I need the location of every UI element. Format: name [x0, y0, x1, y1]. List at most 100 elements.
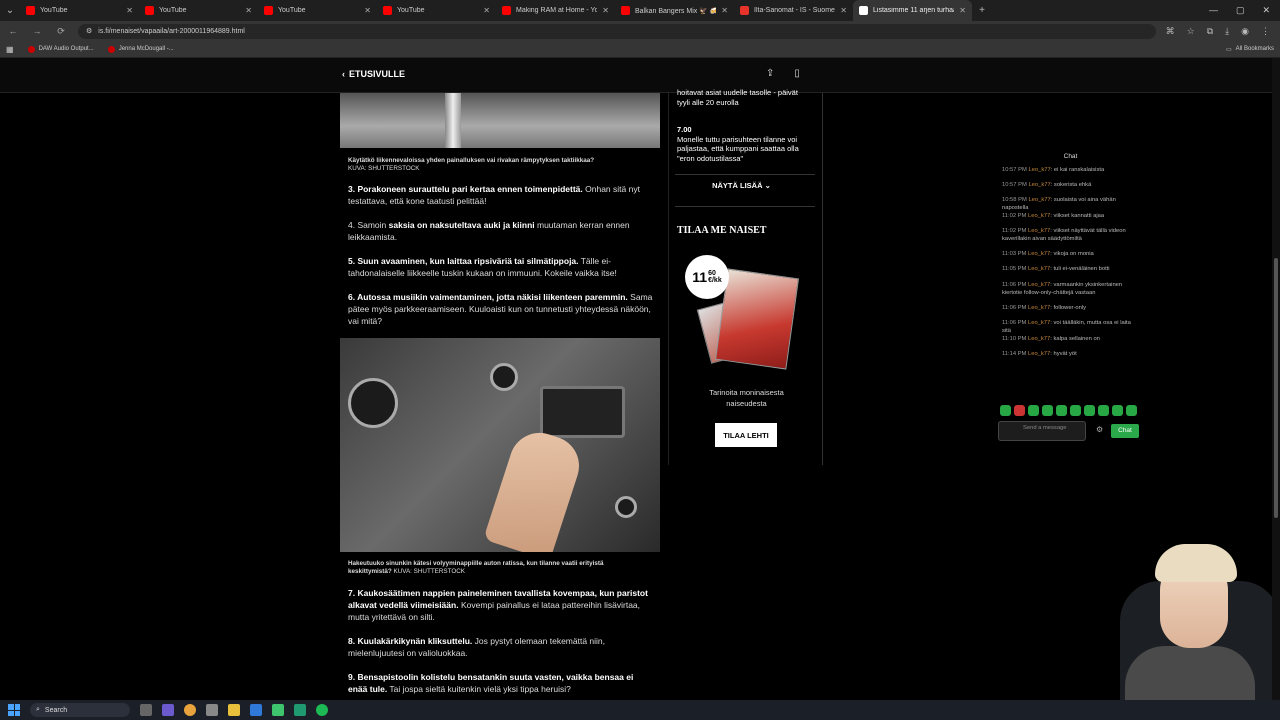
chat-username[interactable]: Leo_k77 — [1028, 228, 1050, 234]
bookmark-item[interactable]: Jenna McDougall -... — [107, 45, 174, 53]
tab-title: YouTube — [278, 7, 306, 14]
close-tab-icon[interactable]: ✕ — [959, 6, 966, 15]
gear-icon[interactable]: ⚙ — [1096, 426, 1103, 434]
youtube-icon — [27, 45, 35, 53]
chat-username[interactable]: Leo_k77 — [1028, 251, 1050, 257]
page-scrollbar[interactable] — [1272, 58, 1280, 700]
close-tab-icon[interactable]: ✕ — [721, 6, 728, 15]
chat-timestamp: 11:03 PM — [1002, 251, 1027, 257]
bookmark-star-icon[interactable]: ☆ — [1187, 26, 1195, 37]
chat-timestamp: 11:06 PM — [1002, 320, 1027, 326]
subscribe-button[interactable]: TILAA LEHTI — [715, 423, 777, 447]
chat-username[interactable]: Leo_k77 — [1028, 266, 1050, 272]
browser-tab[interactable]: Balkan Bangers Mix 🦅 🍻 🎻 ✕ — [615, 0, 734, 21]
site-info-icon[interactable]: ⚙ — [86, 27, 92, 35]
browser-tab[interactable]: Listasimme 11 arjen turhaa asi ✕ — [853, 0, 972, 21]
emote-icon[interactable] — [1098, 405, 1109, 416]
chat-message-input[interactable]: Send a message — [998, 421, 1086, 441]
translate-icon[interactable]: ⌘ — [1166, 26, 1175, 37]
tab-favicon-icon — [859, 6, 868, 15]
url-field[interactable]: ⚙ is.fi/menaiset/vapaaila/art-2000011964… — [78, 23, 1156, 39]
chrome-icon[interactable] — [184, 704, 196, 716]
close-tab-icon[interactable]: ✕ — [602, 6, 609, 15]
emote-icon[interactable] — [1070, 405, 1081, 416]
browser-tab[interactable]: YouTube ✕ — [139, 0, 258, 21]
bookmark-item[interactable]: DAW Audio Output... — [27, 45, 94, 53]
search-label: Search — [44, 706, 68, 714]
chat-username[interactable]: Leo_k77 — [1028, 182, 1050, 188]
emote-icon[interactable] — [1028, 405, 1039, 416]
extensions-icon[interactable]: ⧉ — [1207, 26, 1213, 37]
emote-icon[interactable] — [1042, 405, 1053, 416]
edge-icon[interactable] — [250, 704, 262, 716]
close-tab-icon[interactable]: ✕ — [126, 6, 133, 15]
emote-icon[interactable] — [1126, 405, 1137, 416]
tab-title: YouTube — [159, 7, 187, 14]
emote-icon[interactable] — [1084, 405, 1095, 416]
sidebar: hoitavat asiat uudelle tasolle - päivät … — [668, 88, 823, 465]
news-snippet[interactable]: 7.00 Monelle tuttu parisuhteen tilanne v… — [677, 125, 812, 163]
file-explorer-icon[interactable] — [228, 704, 240, 716]
list-item: 7. Kaukosäätimen nappien paineleminen ta… — [348, 588, 648, 622]
task-view-icon[interactable] — [140, 704, 152, 716]
header-actions: ⇪ ▯ — [766, 68, 800, 79]
spotify-icon[interactable] — [316, 704, 328, 716]
share-icon[interactable]: ⇪ — [766, 68, 774, 79]
reload-icon[interactable]: ⟳ — [54, 26, 68, 37]
chat-username[interactable]: Leo_k77 — [1028, 320, 1050, 326]
all-bookmarks[interactable]: ▭ All Bookmarks — [1226, 46, 1274, 53]
tab-search-icon[interactable]: ⌄ — [0, 0, 20, 21]
profile-icon[interactable]: ◉ — [1241, 26, 1249, 37]
chat-username[interactable]: Leo_k77 — [1028, 197, 1050, 203]
downloads-icon[interactable]: ⤓ — [1225, 26, 1229, 37]
teams-icon[interactable] — [162, 704, 174, 716]
chat-username[interactable]: Leo_k77 — [1028, 305, 1050, 311]
chat-message: 11:06 PM Leo_k77: varmaankin yksinkertai… — [1002, 282, 1123, 296]
store-icon[interactable] — [206, 704, 218, 716]
subscribe-heading: TILAA ME NAISET — [677, 225, 767, 236]
show-more-button[interactable]: NÄYTÄ LISÄÄ ⌄ — [669, 181, 814, 190]
chevron-down-icon: ⌄ — [764, 181, 771, 190]
minimize-icon[interactable]: — — [1209, 5, 1218, 16]
close-window-icon[interactable]: ✕ — [1262, 5, 1270, 16]
close-tab-icon[interactable]: ✕ — [840, 6, 847, 15]
news-snippet[interactable]: hoitavat asiat uudelle tasolle - päivät … — [677, 88, 812, 107]
chat-timestamp: 11:02 PM — [1002, 213, 1027, 219]
address-bar-row: ← → ⟳ ⚙ is.fi/menaiset/vapaaila/art-2000… — [0, 21, 1280, 41]
new-tab-button[interactable]: + — [972, 0, 992, 21]
emote-icon[interactable] — [1112, 405, 1123, 416]
emote-icon[interactable] — [1014, 405, 1025, 416]
tab-favicon-icon — [26, 6, 35, 15]
browser-tab[interactable]: Making RAM at Home - YouTub ✕ — [496, 0, 615, 21]
menu-icon[interactable]: ⋮ — [1261, 26, 1270, 37]
app-icon[interactable] — [294, 704, 306, 716]
chat-username[interactable]: Leo_k77 — [1028, 213, 1050, 219]
browser-tab[interactable]: YouTube ✕ — [258, 0, 377, 21]
car-dashboard-photo — [340, 338, 660, 552]
close-tab-icon[interactable]: ✕ — [245, 6, 252, 15]
apps-grid-icon[interactable]: ▦ — [6, 45, 14, 54]
close-tab-icon[interactable]: ✕ — [364, 6, 371, 15]
back-to-frontpage-link[interactable]: ‹ ETUSIVULLE — [342, 69, 405, 79]
chat-username[interactable]: Leo_k77 — [1028, 167, 1050, 173]
chat-send-button[interactable]: Chat — [1111, 424, 1139, 438]
chat-username[interactable]: Leo_k77 — [1028, 351, 1050, 357]
chat-timestamp: 11:14 PM — [1002, 351, 1027, 357]
back-arrow-icon[interactable]: ← — [6, 26, 20, 36]
windows-start-icon[interactable] — [8, 704, 20, 716]
chat-username[interactable]: Leo_k77 — [1028, 336, 1050, 342]
browser-tab[interactable]: YouTube ✕ — [20, 0, 139, 21]
maximize-icon[interactable]: ▢ — [1236, 5, 1245, 16]
chat-message: 11:06 PM Leo_k77: follower-only — [1002, 305, 1087, 311]
browser-tab[interactable]: Ilta-Sanomat - IS - Suomen suu ✕ — [734, 0, 853, 21]
tab-favicon-icon — [145, 6, 154, 15]
taskbar-search[interactable]: ⌕ Search — [30, 703, 130, 717]
emote-icon[interactable] — [1000, 405, 1011, 416]
bookmark-icon[interactable]: ▯ — [794, 68, 800, 79]
chat-username[interactable]: Leo_k77 — [1028, 282, 1050, 288]
forward-arrow-icon[interactable]: → — [30, 26, 44, 36]
emote-icon[interactable] — [1056, 405, 1067, 416]
close-tab-icon[interactable]: ✕ — [483, 6, 490, 15]
browser-tab[interactable]: YouTube ✕ — [377, 0, 496, 21]
media-icon[interactable] — [272, 704, 284, 716]
